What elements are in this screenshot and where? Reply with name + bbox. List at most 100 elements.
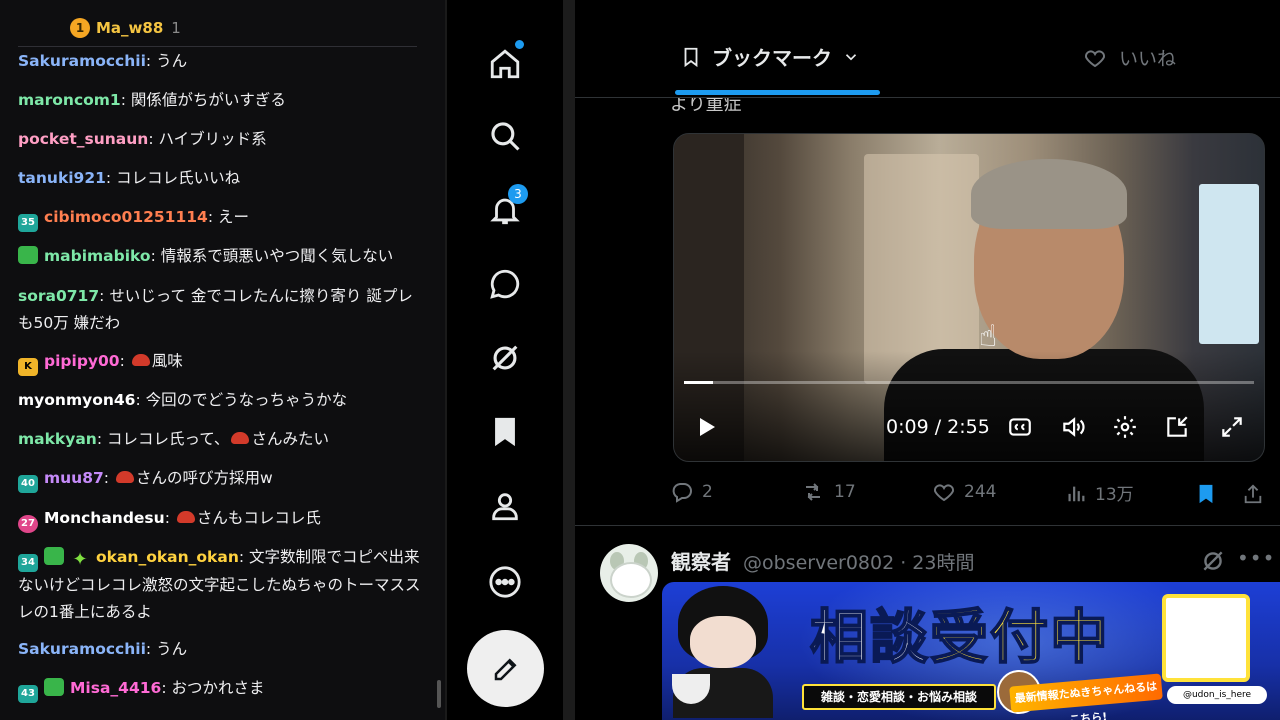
top-donor-name[interactable]: Ma_w88 bbox=[96, 19, 163, 37]
subscriber-badge: 27 bbox=[18, 515, 38, 533]
bookmark-outline-icon bbox=[684, 47, 698, 67]
top-donor-row: 1 Ma_w88 1 bbox=[70, 16, 181, 40]
subscriber-badge: 40 bbox=[18, 475, 38, 493]
chat-divider bbox=[18, 46, 417, 47]
nav-rail: 3 bbox=[445, 0, 565, 720]
chat-username[interactable]: cibimoco01251114 bbox=[44, 208, 208, 226]
grok-icon[interactable] bbox=[1200, 548, 1226, 574]
repost-button[interactable]: 17 bbox=[800, 480, 856, 504]
home-icon bbox=[490, 49, 520, 79]
post-actions: 2 17 244 13万 bbox=[670, 480, 1270, 510]
shrimp-emote-icon bbox=[176, 511, 195, 523]
notification-count: 3 bbox=[508, 184, 528, 204]
chat-username[interactable]: pipipy00 bbox=[44, 352, 120, 370]
gift-badge-icon bbox=[44, 678, 64, 696]
repost-count: 17 bbox=[834, 482, 856, 502]
chat-scrollbar[interactable] bbox=[437, 680, 441, 708]
chat-text: 今回のでどうなっちゃうかな bbox=[145, 391, 348, 409]
chat-username[interactable]: pocket_sunaun bbox=[18, 130, 148, 148]
chat-message: myonmyon46: 今回のでどうなっちゃうかな bbox=[18, 391, 348, 409]
play-icon[interactable] bbox=[694, 414, 718, 440]
banner-title: 相談受付中 bbox=[809, 590, 1111, 674]
fullscreen-icon[interactable] bbox=[1219, 414, 1245, 440]
chat-username[interactable]: myonmyon46 bbox=[18, 391, 135, 409]
heart-icon bbox=[1084, 49, 1106, 67]
video-controls: 0:09 / 2:55 bbox=[674, 410, 1264, 446]
chat-username[interactable]: Sakuramocchii bbox=[18, 640, 146, 658]
volume-icon[interactable] bbox=[1059, 414, 1087, 440]
x-handle: @udon_is_here bbox=[1167, 686, 1267, 704]
k-badge-icon: K bbox=[18, 358, 38, 376]
captions-icon[interactable] bbox=[1007, 414, 1033, 440]
gift-badge-icon bbox=[44, 547, 64, 565]
reply-icon bbox=[672, 483, 692, 503]
post-author-name[interactable]: 観察者 bbox=[671, 546, 731, 575]
video-progress-bar[interactable] bbox=[684, 381, 1254, 384]
chat-text: ハイブリッド系 bbox=[158, 130, 267, 148]
qr-code-icon bbox=[1162, 594, 1250, 682]
shrimp-emote-icon bbox=[231, 432, 250, 444]
chat-username[interactable]: Monchandesu bbox=[44, 509, 165, 527]
chat-text: さんの呼び方採用w bbox=[135, 469, 273, 487]
nav-profile[interactable] bbox=[483, 484, 527, 528]
video-progress-fill bbox=[684, 381, 713, 384]
nav-notifications[interactable]: 3 bbox=[483, 184, 528, 232]
chat-text: 情報系で頭悪いやつ聞く気しない bbox=[160, 247, 394, 265]
banner-title-b: 受付中 bbox=[929, 602, 1111, 672]
bookmark-filled-icon[interactable] bbox=[1195, 482, 1217, 506]
nav-more[interactable] bbox=[483, 560, 527, 604]
heart-icon bbox=[933, 484, 955, 502]
video-frame-person-hair bbox=[971, 159, 1127, 229]
nav-home[interactable] bbox=[483, 40, 527, 86]
compose-post-button[interactable] bbox=[467, 630, 544, 707]
like-button[interactable]: 244 bbox=[932, 480, 996, 504]
nav-bookmarks[interactable] bbox=[483, 410, 527, 454]
chat-username[interactable]: maroncom1 bbox=[18, 91, 121, 109]
views-button[interactable]: 13万 bbox=[1065, 480, 1134, 505]
nav-explore[interactable] bbox=[483, 114, 527, 158]
chat-message: Sakuramocchii: うん bbox=[18, 52, 188, 70]
avatar[interactable] bbox=[600, 544, 658, 602]
subscriber-badge: 43 bbox=[18, 685, 38, 703]
chat-username[interactable]: makkyan bbox=[18, 430, 97, 448]
top-donor-count: 1 bbox=[171, 19, 181, 37]
page-scrollbar-track[interactable] bbox=[563, 0, 575, 720]
chat-message: 40 muu87: さんの呼び方採用w bbox=[18, 465, 423, 493]
chat-message: Sakuramocchii: うん bbox=[18, 640, 188, 658]
chat-username[interactable]: sora0717 bbox=[18, 287, 99, 305]
more-circle-icon bbox=[489, 566, 521, 598]
subscriber-badge: 35 bbox=[18, 214, 38, 232]
share-icon[interactable] bbox=[1242, 482, 1264, 506]
active-tab-indicator bbox=[675, 90, 880, 95]
chat-text: さんもコレコレ氏 bbox=[196, 509, 321, 527]
picture-in-picture-icon[interactable] bbox=[1164, 414, 1190, 440]
chat-username[interactable]: tanuki921 bbox=[18, 169, 106, 187]
post-author-handle[interactable]: @observer0802 · 23時間 bbox=[743, 548, 974, 575]
chat-text: えー bbox=[217, 208, 249, 226]
repost-icon bbox=[806, 483, 820, 501]
chat-text: うん bbox=[156, 640, 188, 658]
video-player[interactable]: ☝ 0:09 / 2:55 bbox=[673, 133, 1265, 462]
chat-text-pre: コレコレ氏って、 bbox=[106, 430, 230, 448]
tab-likes[interactable]: いいね bbox=[1083, 44, 1176, 71]
chat-username[interactable]: Misa_4416 bbox=[70, 679, 161, 697]
banner-title-a: 相談 bbox=[809, 602, 931, 672]
home-new-dot bbox=[515, 40, 524, 49]
chat-message: Kpipipy00: 風味 bbox=[18, 348, 423, 376]
more-options-icon[interactable]: ••• bbox=[1237, 546, 1275, 570]
tab-bookmarks[interactable]: ブックマーク bbox=[680, 42, 860, 71]
rank-badge: 1 bbox=[70, 18, 90, 38]
chat-message: 34 ✦ okan_okan_okan: 文字数制限でコピペ出来ないけどコレコレ激怒… bbox=[18, 547, 421, 621]
nav-grok[interactable] bbox=[483, 336, 527, 380]
chat-username[interactable]: muu87 bbox=[44, 469, 104, 487]
chat-username[interactable]: mabimabiko bbox=[44, 247, 151, 265]
shrimp-emote-icon bbox=[115, 471, 134, 483]
chat-message: makkyan: コレコレ氏って、 さんみたい bbox=[18, 430, 329, 448]
chat-username[interactable]: okan_okan_okan bbox=[96, 548, 239, 566]
reply-button[interactable]: 2 bbox=[670, 480, 713, 504]
analytics-icon bbox=[1068, 486, 1085, 501]
settings-gear-icon[interactable] bbox=[1112, 414, 1138, 440]
nav-messages[interactable] bbox=[483, 262, 527, 306]
chat-username[interactable]: Sakuramocchii bbox=[18, 52, 146, 70]
chat-message: mabimabiko: 情報系で頭悪いやつ聞く気しない bbox=[18, 243, 423, 270]
